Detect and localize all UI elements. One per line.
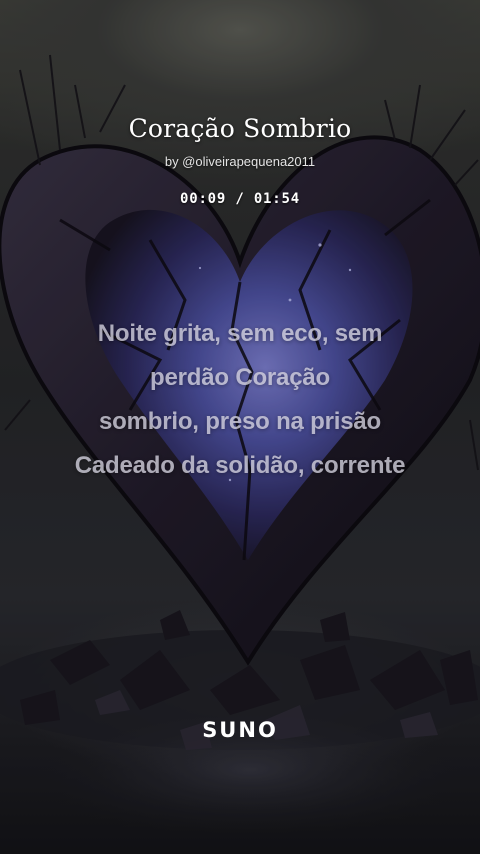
lyric-line: perdão Coração <box>150 364 330 391</box>
artist-byline: by @oliveirapequena2011 <box>164 154 316 169</box>
lyric-line: Noite grita, sem eco, sem <box>97 320 383 347</box>
video-frame: Coração Sombrio by @oliveirapequena2011 … <box>0 0 480 854</box>
suno-logo: SUNO <box>202 718 278 742</box>
song-title: Coração Sombrio <box>128 114 352 143</box>
lyrics-block: Noite grita, sem eco, sem perdão Coração… <box>0 312 480 488</box>
lyric-line: Cadeado da solidão, corrente <box>74 452 406 479</box>
playback-time: 00:09 / 01:54 <box>180 191 300 207</box>
lyric-line: sombrio, preso na prisão <box>99 408 381 435</box>
